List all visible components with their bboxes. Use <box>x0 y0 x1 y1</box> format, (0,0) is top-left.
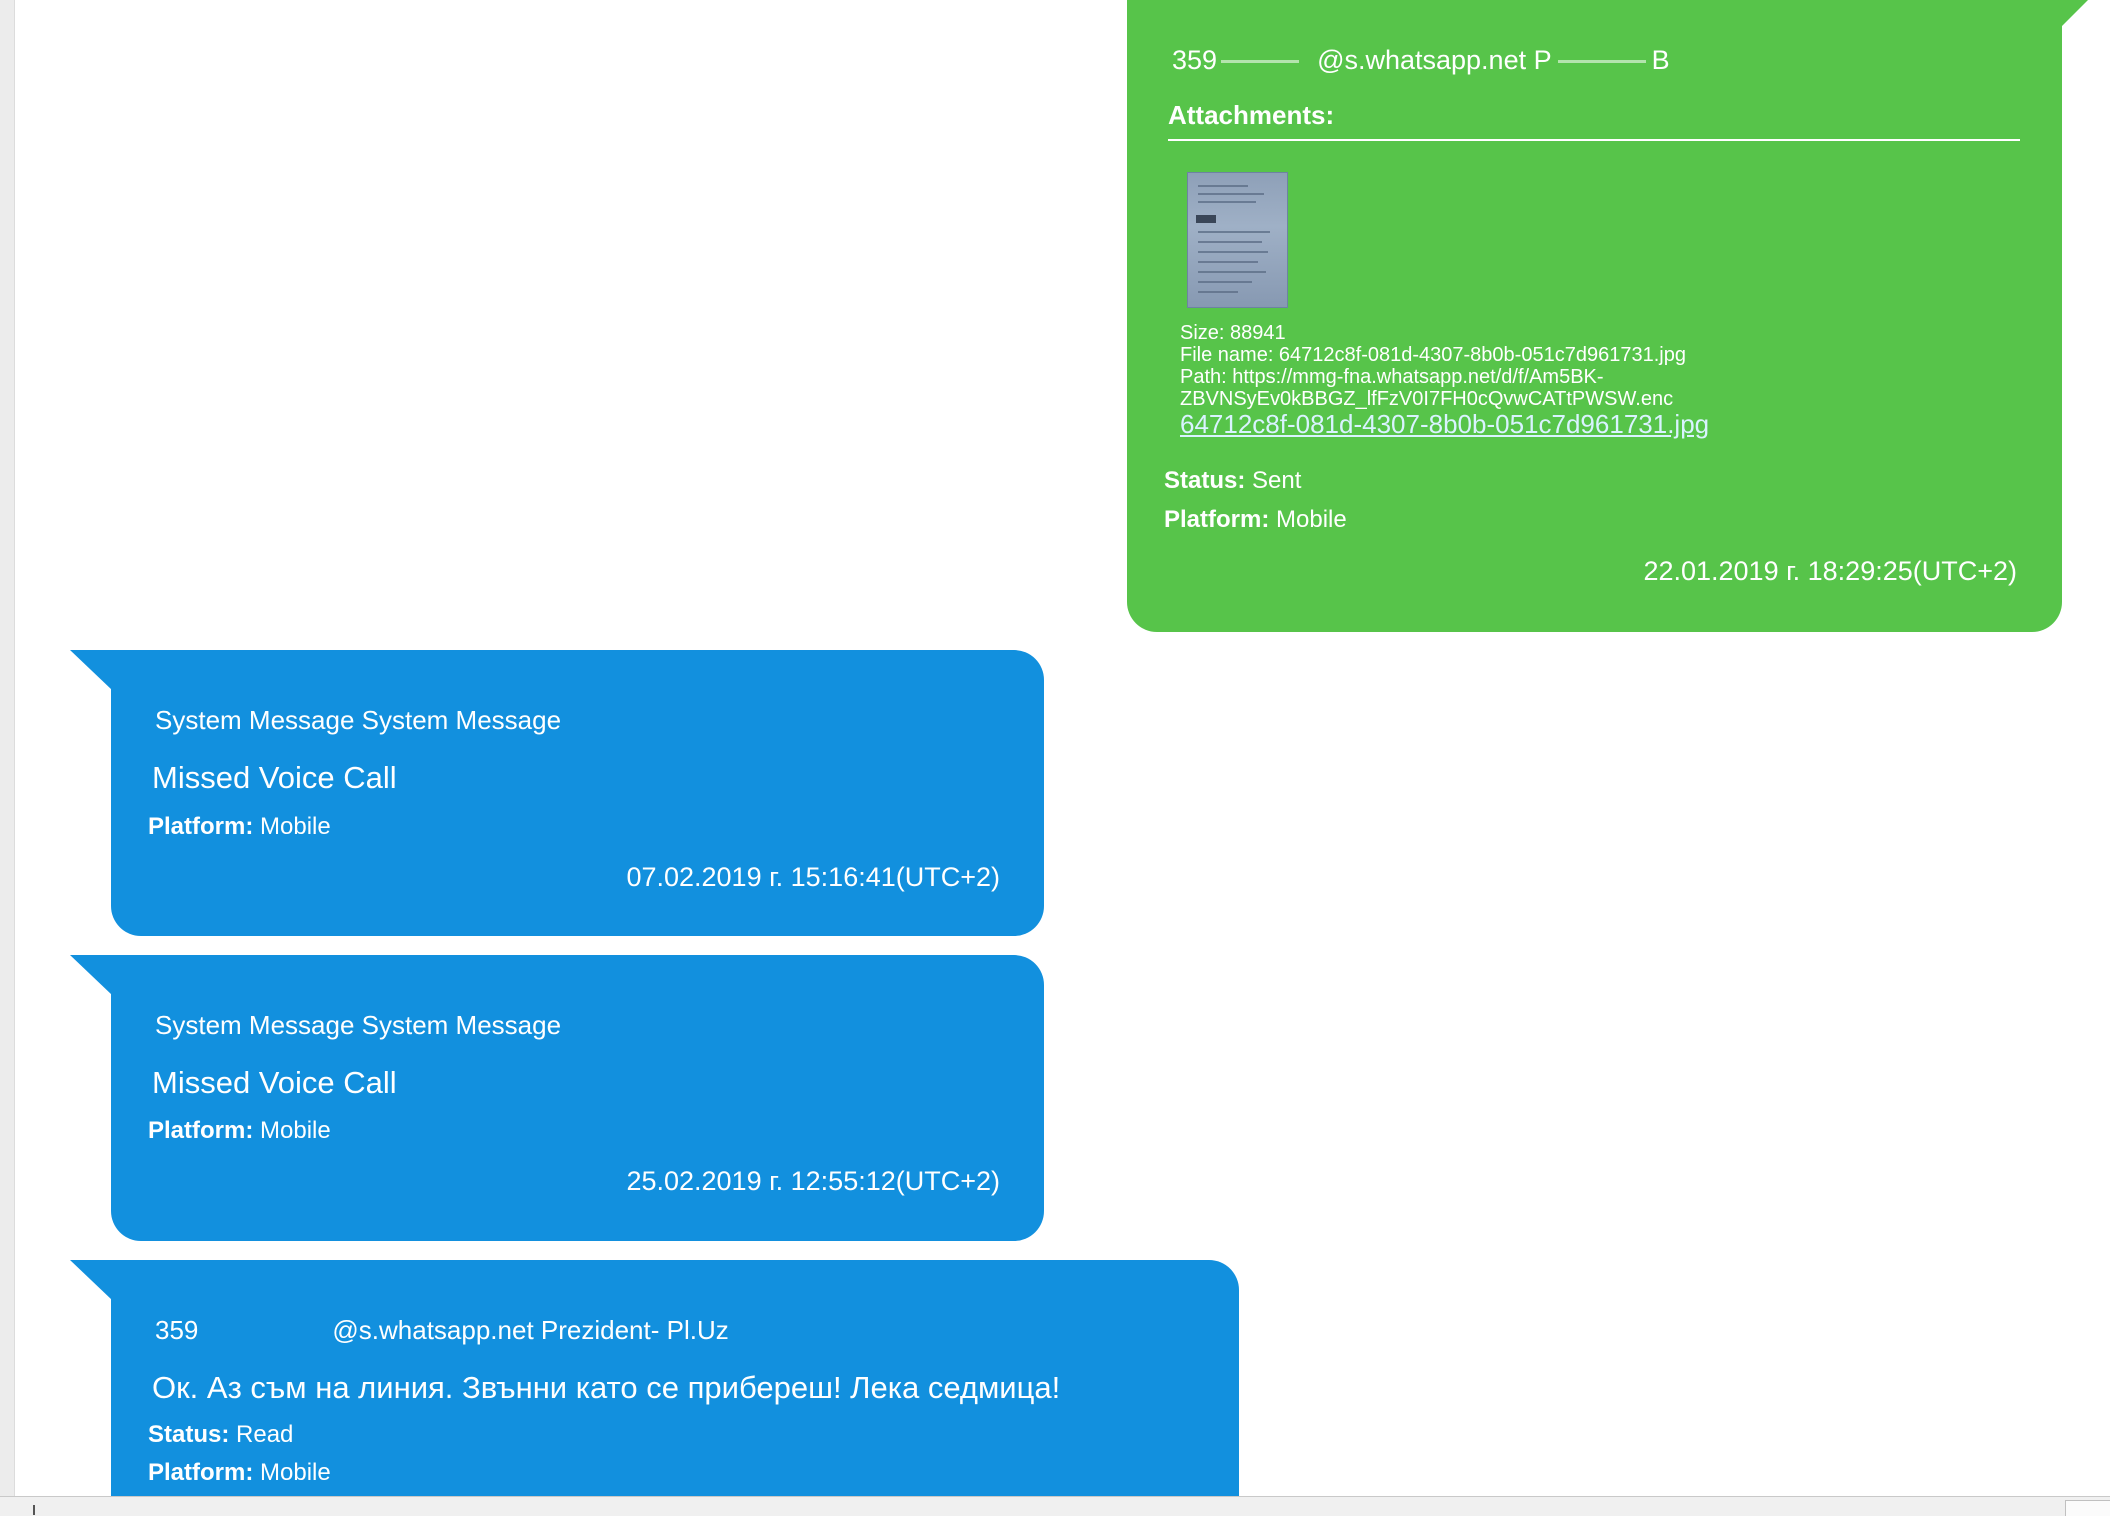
status-field: Status: Read <box>148 1421 293 1449</box>
platform-value: Mobile <box>260 813 331 840</box>
sender-address: @s.whatsapp.net P <box>1317 45 1552 75</box>
thumb-text-line <box>1198 291 1238 293</box>
bubble-tail <box>70 650 112 690</box>
message-body: Missed Voice Call <box>152 1065 397 1100</box>
attachment-path-line1: Path: https://mmg-fna.whatsapp.net/d/f/A… <box>1180 366 1604 388</box>
left-gutter <box>0 0 15 1496</box>
incoming-message: System Message System Message Missed Voi… <box>111 955 1044 1241</box>
redaction-mark <box>1557 60 1646 64</box>
thumb-text-line <box>1198 185 1248 187</box>
message-sender: System Message System Message <box>155 705 562 735</box>
message-timestamp: 25.02.2019 г. 12:55:12(UTC+2) <box>626 1166 1000 1196</box>
outgoing-message: 359 @s.whatsapp.net P B Attachments: Size:… <box>1127 0 2062 632</box>
attachment-file-name: File name: 64712c8f-081d-4307-8b0b-051c7… <box>1180 344 1686 366</box>
attachments-divider <box>1168 139 2020 141</box>
message-sender: 359 @s.whatsapp.net Prezident- Pl.Uz <box>155 1315 729 1346</box>
message-timestamp: 22.01.2019 г. 18:29:25(UTC+2) <box>1643 556 2017 586</box>
platform-field: Platform: Mobile <box>1164 506 1347 534</box>
incoming-message: 359 @s.whatsapp.net Prezident- Pl.Uz Ок. … <box>111 1260 1239 1496</box>
status-label: Status: <box>148 1421 230 1448</box>
message-sender: 359 @s.whatsapp.net P B <box>1172 45 1670 76</box>
thumb-text-line <box>1198 281 1252 283</box>
message-body: Missed Voice Call <box>152 760 397 795</box>
sender-address: @s.whatsapp.net Prezident- Pl.Uz <box>332 1315 729 1345</box>
horizontal-scrollbar[interactable] <box>0 1496 2110 1516</box>
status-label: Status: <box>1164 467 1246 494</box>
attachment-path-line2: ZBVNSyEv0kBBGZ_lfFzV0I7FH0cQvwCATtPWSW.e… <box>1180 388 1674 410</box>
bubble-tail <box>2060 0 2088 28</box>
message-timestamp: 07.02.2019 г. 15:16:41(UTC+2) <box>626 862 1000 892</box>
attachment-meta: Size: 88941 File name: 64712c8f-081d-430… <box>1180 322 1686 410</box>
bubble-tail <box>70 1260 112 1300</box>
platform-label: Platform: <box>148 1459 254 1486</box>
thumb-text-line <box>1198 193 1264 195</box>
platform-value: Mobile <box>260 1117 331 1144</box>
thumb-text-line <box>1198 251 1268 253</box>
attachments-header: Attachments: <box>1168 100 1335 130</box>
thumb-block <box>1196 215 1216 223</box>
status-field: Status: Sent <box>1164 467 1301 495</box>
sender-name-fragment: B <box>1651 45 1670 75</box>
message-body: Ок. Аз съм на линия. Звънни като се приб… <box>152 1370 1061 1405</box>
platform-label: Platform: <box>1164 506 1270 533</box>
thumb-text-line <box>1198 271 1266 273</box>
platform-label: Platform: <box>148 1117 254 1144</box>
bubble-tail <box>70 955 112 995</box>
platform-value: Mobile <box>1276 506 1347 533</box>
status-value: Read <box>236 1421 294 1448</box>
thumb-text-line <box>1198 201 1256 203</box>
attachment-link[interactable]: 64712c8f-081d-4307-8b0b-051c7d961731.jpg <box>1180 409 1709 440</box>
chat-report-page: 359 @s.whatsapp.net P B Attachments: Size:… <box>0 0 2110 1516</box>
message-sender: System Message System Message <box>155 1010 562 1040</box>
incoming-message: System Message System Message Missed Voi… <box>111 650 1044 936</box>
redaction-mark <box>1221 60 1300 64</box>
attachment-thumbnail[interactable] <box>1187 172 1288 308</box>
platform-field: Platform: Mobile <box>148 813 331 841</box>
cursor-mark <box>33 1505 35 1515</box>
thumb-text-line <box>1198 231 1270 233</box>
sender-phone-prefix: 359 <box>1172 45 1218 75</box>
status-value: Sent <box>1252 467 1302 494</box>
zoom-box[interactable] <box>2065 1500 2110 1516</box>
platform-field: Platform: Mobile <box>148 1117 331 1145</box>
attachment-size: Size: 88941 <box>1180 322 1286 344</box>
thumb-text-line <box>1198 261 1258 263</box>
thumb-text-line <box>1198 241 1262 243</box>
platform-label: Platform: <box>148 813 254 840</box>
platform-value: Mobile <box>260 1459 331 1486</box>
platform-field: Platform: Mobile <box>148 1459 331 1487</box>
sender-phone-prefix: 359 <box>155 1315 199 1345</box>
